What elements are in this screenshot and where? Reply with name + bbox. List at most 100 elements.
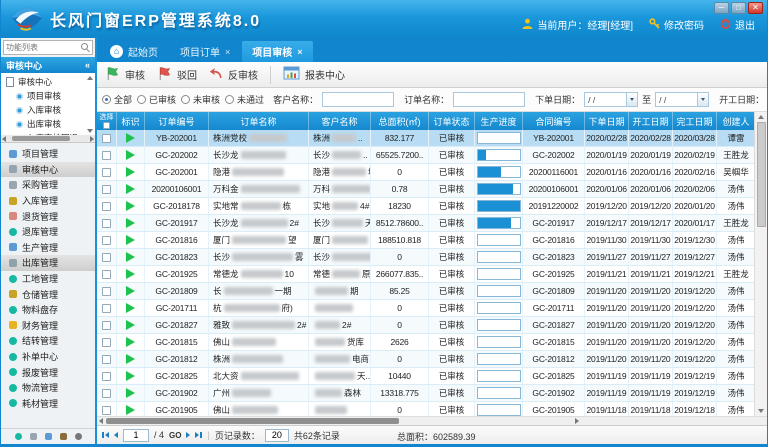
vertical-scrollbar[interactable] <box>754 112 767 416</box>
row-checkbox[interactable] <box>102 270 111 279</box>
scroll-left-icon[interactable] <box>2 136 6 142</box>
close-tab-icon[interactable]: × <box>297 47 302 57</box>
sidebar-item-补单中心[interactable]: 补单中心 <box>1 349 95 365</box>
table-row[interactable]: GC-201823 长沙雾 长沙之.. 0 已审核 GC-201823 2019… <box>97 249 754 266</box>
select-all-checkbox[interactable] <box>103 122 110 129</box>
close-tab-icon[interactable]: × <box>225 47 230 57</box>
radio-button-icon[interactable] <box>181 95 190 104</box>
table-row[interactable]: GC-201825 北大资 天.. 10440 已审核 GC-201825 20… <box>97 368 754 385</box>
radio-已审核[interactable]: 已审核 <box>137 93 176 106</box>
page-size-input[interactable] <box>265 429 289 442</box>
row-checkbox[interactable] <box>102 168 111 177</box>
scroll-down-icon[interactable] <box>758 409 764 413</box>
tree-item[interactable]: 项目审核 <box>1 89 95 103</box>
table-row[interactable]: GC-202001 隐港 隐港墙 0 已审核 20200116001 2020/… <box>97 164 754 181</box>
tree-item[interactable]: 出库审核 <box>1 117 95 131</box>
row-checkbox[interactable] <box>102 287 111 296</box>
table-row[interactable]: 20200106001 万科金 万科一期 0.78 已审核 2020010600… <box>97 181 754 198</box>
table-row[interactable]: GC-202002 长沙龙 长沙.. 65525.7200.. 已审核 GC-2… <box>97 147 754 164</box>
row-checkbox[interactable] <box>102 338 111 347</box>
table-row[interactable]: GC-201905 佛山 0 已审核 GC-201905 2019/11/18 … <box>97 402 754 416</box>
dropdown-arrow-icon[interactable] <box>626 93 637 106</box>
column-header[interactable]: 合同编号 <box>523 112 585 130</box>
table-row[interactable]: GC-201812 株洲 电商 0 已审核 GC-201812 2019/11/… <box>97 351 754 368</box>
sidebar-item-生产管理[interactable]: 生产管理 <box>1 240 95 256</box>
search-icon[interactable] <box>81 43 88 50</box>
sidebar-item-项目管理[interactable]: 项目管理 <box>1 146 95 162</box>
tree-root[interactable]: 审核中心 <box>1 75 95 89</box>
column-header[interactable]: 创建人 <box>717 112 756 130</box>
collapse-icon[interactable]: « <box>85 60 90 70</box>
row-checkbox[interactable] <box>102 304 111 313</box>
column-header[interactable]: 订单名称 <box>209 112 309 130</box>
sidebar-item-物料盘存[interactable]: 物料盘存 <box>1 302 95 318</box>
row-checkbox[interactable] <box>102 134 111 143</box>
row-checkbox[interactable] <box>102 406 111 415</box>
table-row[interactable]: GC-201711 杭府) 0 已审核 GC-201711 2019/11/20… <box>97 300 754 317</box>
sidebar-item-出库管理[interactable]: 出库管理 <box>1 255 95 271</box>
column-header[interactable]: 标识 <box>117 112 145 130</box>
sidebar-item-工地管理[interactable]: 工地管理 <box>1 271 95 287</box>
page-number-input[interactable] <box>123 429 149 442</box>
sidebar-item-入库管理[interactable]: 入库管理 <box>1 193 95 209</box>
cart-icon[interactable] <box>30 433 37 440</box>
go-button[interactable]: GO <box>169 431 181 440</box>
maximize-button[interactable]: □ <box>731 2 746 14</box>
sidebar-item-采购管理[interactable]: 采购管理 <box>1 177 95 193</box>
sidebar-item-报废管理[interactable]: 报废管理 <box>1 364 95 380</box>
radio-button-icon[interactable] <box>225 95 234 104</box>
sidebar-item-审核中心[interactable]: 审核中心 <box>1 162 95 178</box>
sidebar-item-仓储管理[interactable]: 仓储管理 <box>1 286 95 302</box>
sidebar-item-结转管理[interactable]: 结转管理 <box>1 333 95 349</box>
audit-button[interactable]: 审核 <box>105 66 145 84</box>
report-center-button[interactable]: 报表中心 <box>283 66 345 83</box>
table-row[interactable]: GC-201917 长沙龙2# 长沙天.. 8512.78600.. 已审核 G… <box>97 215 754 232</box>
row-checkbox[interactable] <box>102 321 111 330</box>
sidebar-item-耗材管理[interactable]: 耗材管理 <box>1 396 95 412</box>
folder-icon[interactable] <box>45 433 52 440</box>
scrollbar-thumb[interactable] <box>12 136 70 141</box>
row-checkbox[interactable] <box>102 202 111 211</box>
more-icon[interactable] <box>75 433 82 440</box>
unaudit-button[interactable]: 反审核 <box>209 67 258 83</box>
tree-scroll-up-icon[interactable] <box>87 76 93 80</box>
radio-未通过[interactable]: 未通过 <box>225 93 264 106</box>
row-checkbox[interactable] <box>102 236 111 245</box>
radio-button-icon[interactable] <box>137 95 146 104</box>
last-page-button[interactable] <box>195 432 202 438</box>
row-checkbox[interactable] <box>102 389 111 398</box>
horizontal-scrollbar[interactable] <box>97 416 767 425</box>
column-header[interactable]: 订单状态 <box>429 112 475 130</box>
column-header[interactable]: 订单编号 <box>145 112 209 130</box>
tree-horizontal-scrollbar[interactable] <box>1 135 95 142</box>
tab-项目订单[interactable]: 项目订单 × <box>170 41 240 62</box>
radio-未审核[interactable]: 未审核 <box>181 93 220 106</box>
radio-全部[interactable]: 全部 <box>102 93 132 106</box>
table-row[interactable]: GC-2018178 实地常栋 实地4#.. 18230 已审核 2019122… <box>97 198 754 215</box>
column-header[interactable]: 客户名称 <box>309 112 371 130</box>
scrollbar-thumb[interactable] <box>106 418 399 424</box>
table-row[interactable]: YB-202001 株洲党校 株洲.. 832.177 已审核 YB-20200… <box>97 130 754 147</box>
scroll-right-icon[interactable] <box>90 136 94 142</box>
logout-button[interactable]: 退出 <box>720 17 755 32</box>
table-row[interactable]: GC-201816 厦门望 厦门翼望 188510.818 已审核 GC-201… <box>97 232 754 249</box>
order-date-to-picker[interactable]: / / <box>655 92 709 107</box>
column-header[interactable]: 完工日期 <box>673 112 717 130</box>
change-password-button[interactable]: 修改密码 <box>649 17 704 32</box>
customer-name-input[interactable] <box>322 92 394 107</box>
order-date-from-picker[interactable]: / / <box>584 92 638 107</box>
row-checkbox[interactable] <box>102 219 111 228</box>
scroll-up-icon[interactable] <box>758 115 764 119</box>
scroll-right-icon[interactable] <box>575 418 579 424</box>
column-header[interactable]: 生产进度 <box>475 112 523 130</box>
row-checkbox[interactable] <box>102 151 111 160</box>
search-input[interactable] <box>4 43 80 52</box>
prev-page-button[interactable] <box>114 432 118 438</box>
sidebar-item-财务管理[interactable]: 财务管理 <box>1 318 95 334</box>
row-checkbox[interactable] <box>102 355 111 364</box>
scroll-left-icon[interactable] <box>99 418 103 424</box>
reject-button[interactable]: 驳回 <box>157 66 197 84</box>
column-header[interactable]: 开工日期 <box>629 112 673 130</box>
table-row[interactable]: GC-201815 佛山 货库 2626 已审核 GC-201815 2019/… <box>97 334 754 351</box>
row-checkbox[interactable] <box>102 372 111 381</box>
